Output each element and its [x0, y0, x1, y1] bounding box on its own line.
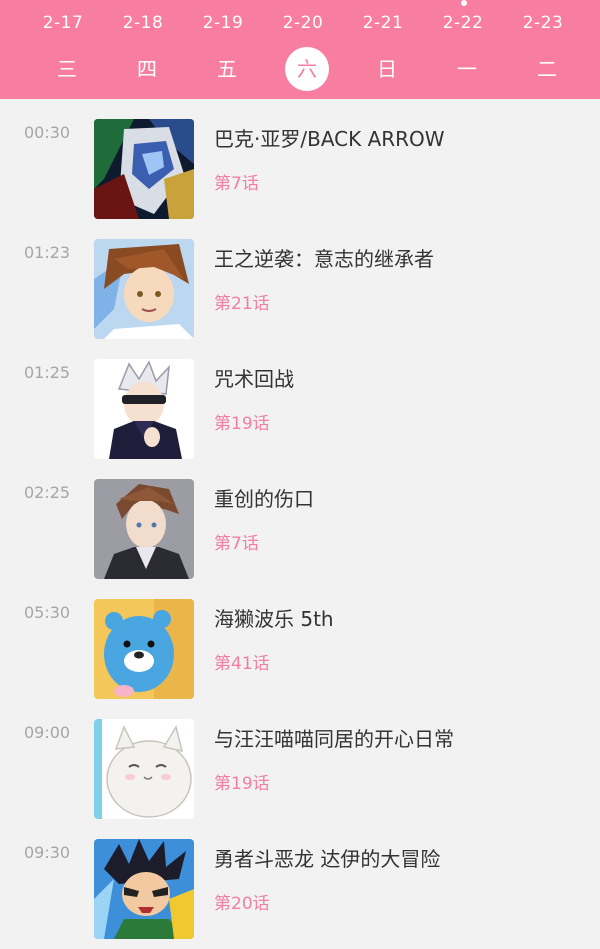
day-date-label: 2-21 — [362, 13, 404, 33]
day-weekday-label: 六 — [285, 47, 329, 91]
air-time: 09:00 — [24, 723, 71, 742]
day-tab-2-22[interactable]: 2-22 一 — [423, 0, 503, 99]
mecha-pilot-icon[interactable] — [94, 119, 194, 219]
air-time: 02:25 — [24, 483, 71, 502]
day-weekday-label: 五 — [217, 57, 237, 81]
white-hair-blindfold-icon[interactable] — [94, 359, 194, 459]
anime-title: 与汪汪喵喵同居的开心日常 — [214, 727, 454, 751]
air-time: 00:30 — [24, 123, 71, 142]
day-date-label: 2-20 — [282, 13, 324, 33]
day-weekday-label: 二 — [537, 57, 557, 81]
schedule-item[interactable]: 00:30 巴克·亚罗/BACK ARROW 第7话 — [0, 99, 600, 219]
day-tab-2-20-selected[interactable]: 2-20 六 — [263, 0, 343, 99]
day-date-label: 2-23 — [522, 13, 564, 33]
episode-label: 第7话 — [214, 174, 259, 194]
schedule-item[interactable]: 09:00 与汪汪喵喵同居的开心日常 第19话 — [0, 699, 600, 819]
day-tab-2-18[interactable]: 2-18 四 — [103, 0, 183, 99]
day-weekday-label: 三 — [57, 57, 77, 81]
day-date-label: 2-18 — [122, 13, 164, 33]
episode-label: 第19话 — [214, 414, 270, 434]
schedule-item[interactable]: 05:30 海獭波乐 5th 第41话 — [0, 579, 600, 699]
anime-title: 王之逆袭：意志的继承者 — [214, 247, 434, 271]
air-time: 05:30 — [24, 603, 71, 622]
day-weekday-label: 日 — [377, 57, 397, 81]
suit-man-icon[interactable] — [94, 479, 194, 579]
schedule-item[interactable]: 02:25 重创的伤口 第7话 — [0, 459, 600, 579]
air-time: 01:23 — [24, 243, 71, 262]
schedule-list: 00:30 巴克·亚罗/BACK ARROW 第7话 01:23 王之逆袭：意志… — [0, 99, 600, 949]
schedule-item[interactable]: 01:25 咒术回战 第19话 — [0, 339, 600, 459]
day-date-label: 2-17 — [42, 13, 84, 33]
anime-title: 海獭波乐 5th — [214, 607, 334, 631]
episode-label: 第41话 — [214, 654, 270, 674]
day-tab-2-23[interactable]: 2-23 二 — [503, 0, 583, 99]
episode-label: 第20话 — [214, 894, 270, 914]
white-cat-icon[interactable] — [94, 719, 194, 819]
episode-label: 第21话 — [214, 294, 270, 314]
day-date-label: 2-22 — [442, 13, 484, 33]
episode-label: 第7话 — [214, 534, 259, 554]
air-time: 01:25 — [24, 363, 71, 382]
anime-title: 重创的伤口 — [214, 487, 314, 511]
brown-hair-boy-icon[interactable] — [94, 239, 194, 339]
spiky-hero-icon[interactable] — [94, 839, 194, 939]
day-date-label: 2-19 — [202, 13, 244, 33]
schedule-item[interactable]: 09:30 勇者斗恶龙 达伊的大冒险 第20话 — [0, 819, 600, 939]
date-selector-header: 2-17 三 2-18 四 2-19 五 2-20 六 2-21 日 2-22 … — [0, 0, 600, 99]
day-tab-2-21[interactable]: 2-21 日 — [343, 0, 423, 99]
anime-title: 咒术回战 — [214, 367, 294, 391]
day-tab-2-17[interactable]: 2-17 三 — [23, 0, 103, 99]
day-weekday-label: 四 — [137, 57, 157, 81]
blue-otter-icon[interactable] — [94, 599, 194, 699]
anime-title: 巴克·亚罗/BACK ARROW — [214, 127, 445, 151]
air-time: 09:30 — [24, 843, 71, 862]
day-tab-2-19[interactable]: 2-19 五 — [183, 0, 263, 99]
schedule-item[interactable]: 01:23 王之逆袭：意志的继承者 第21话 — [0, 219, 600, 339]
day-weekday-label: 一 — [457, 57, 477, 81]
episode-label: 第19话 — [214, 774, 270, 794]
anime-title: 勇者斗恶龙 达伊的大冒险 — [214, 847, 441, 871]
